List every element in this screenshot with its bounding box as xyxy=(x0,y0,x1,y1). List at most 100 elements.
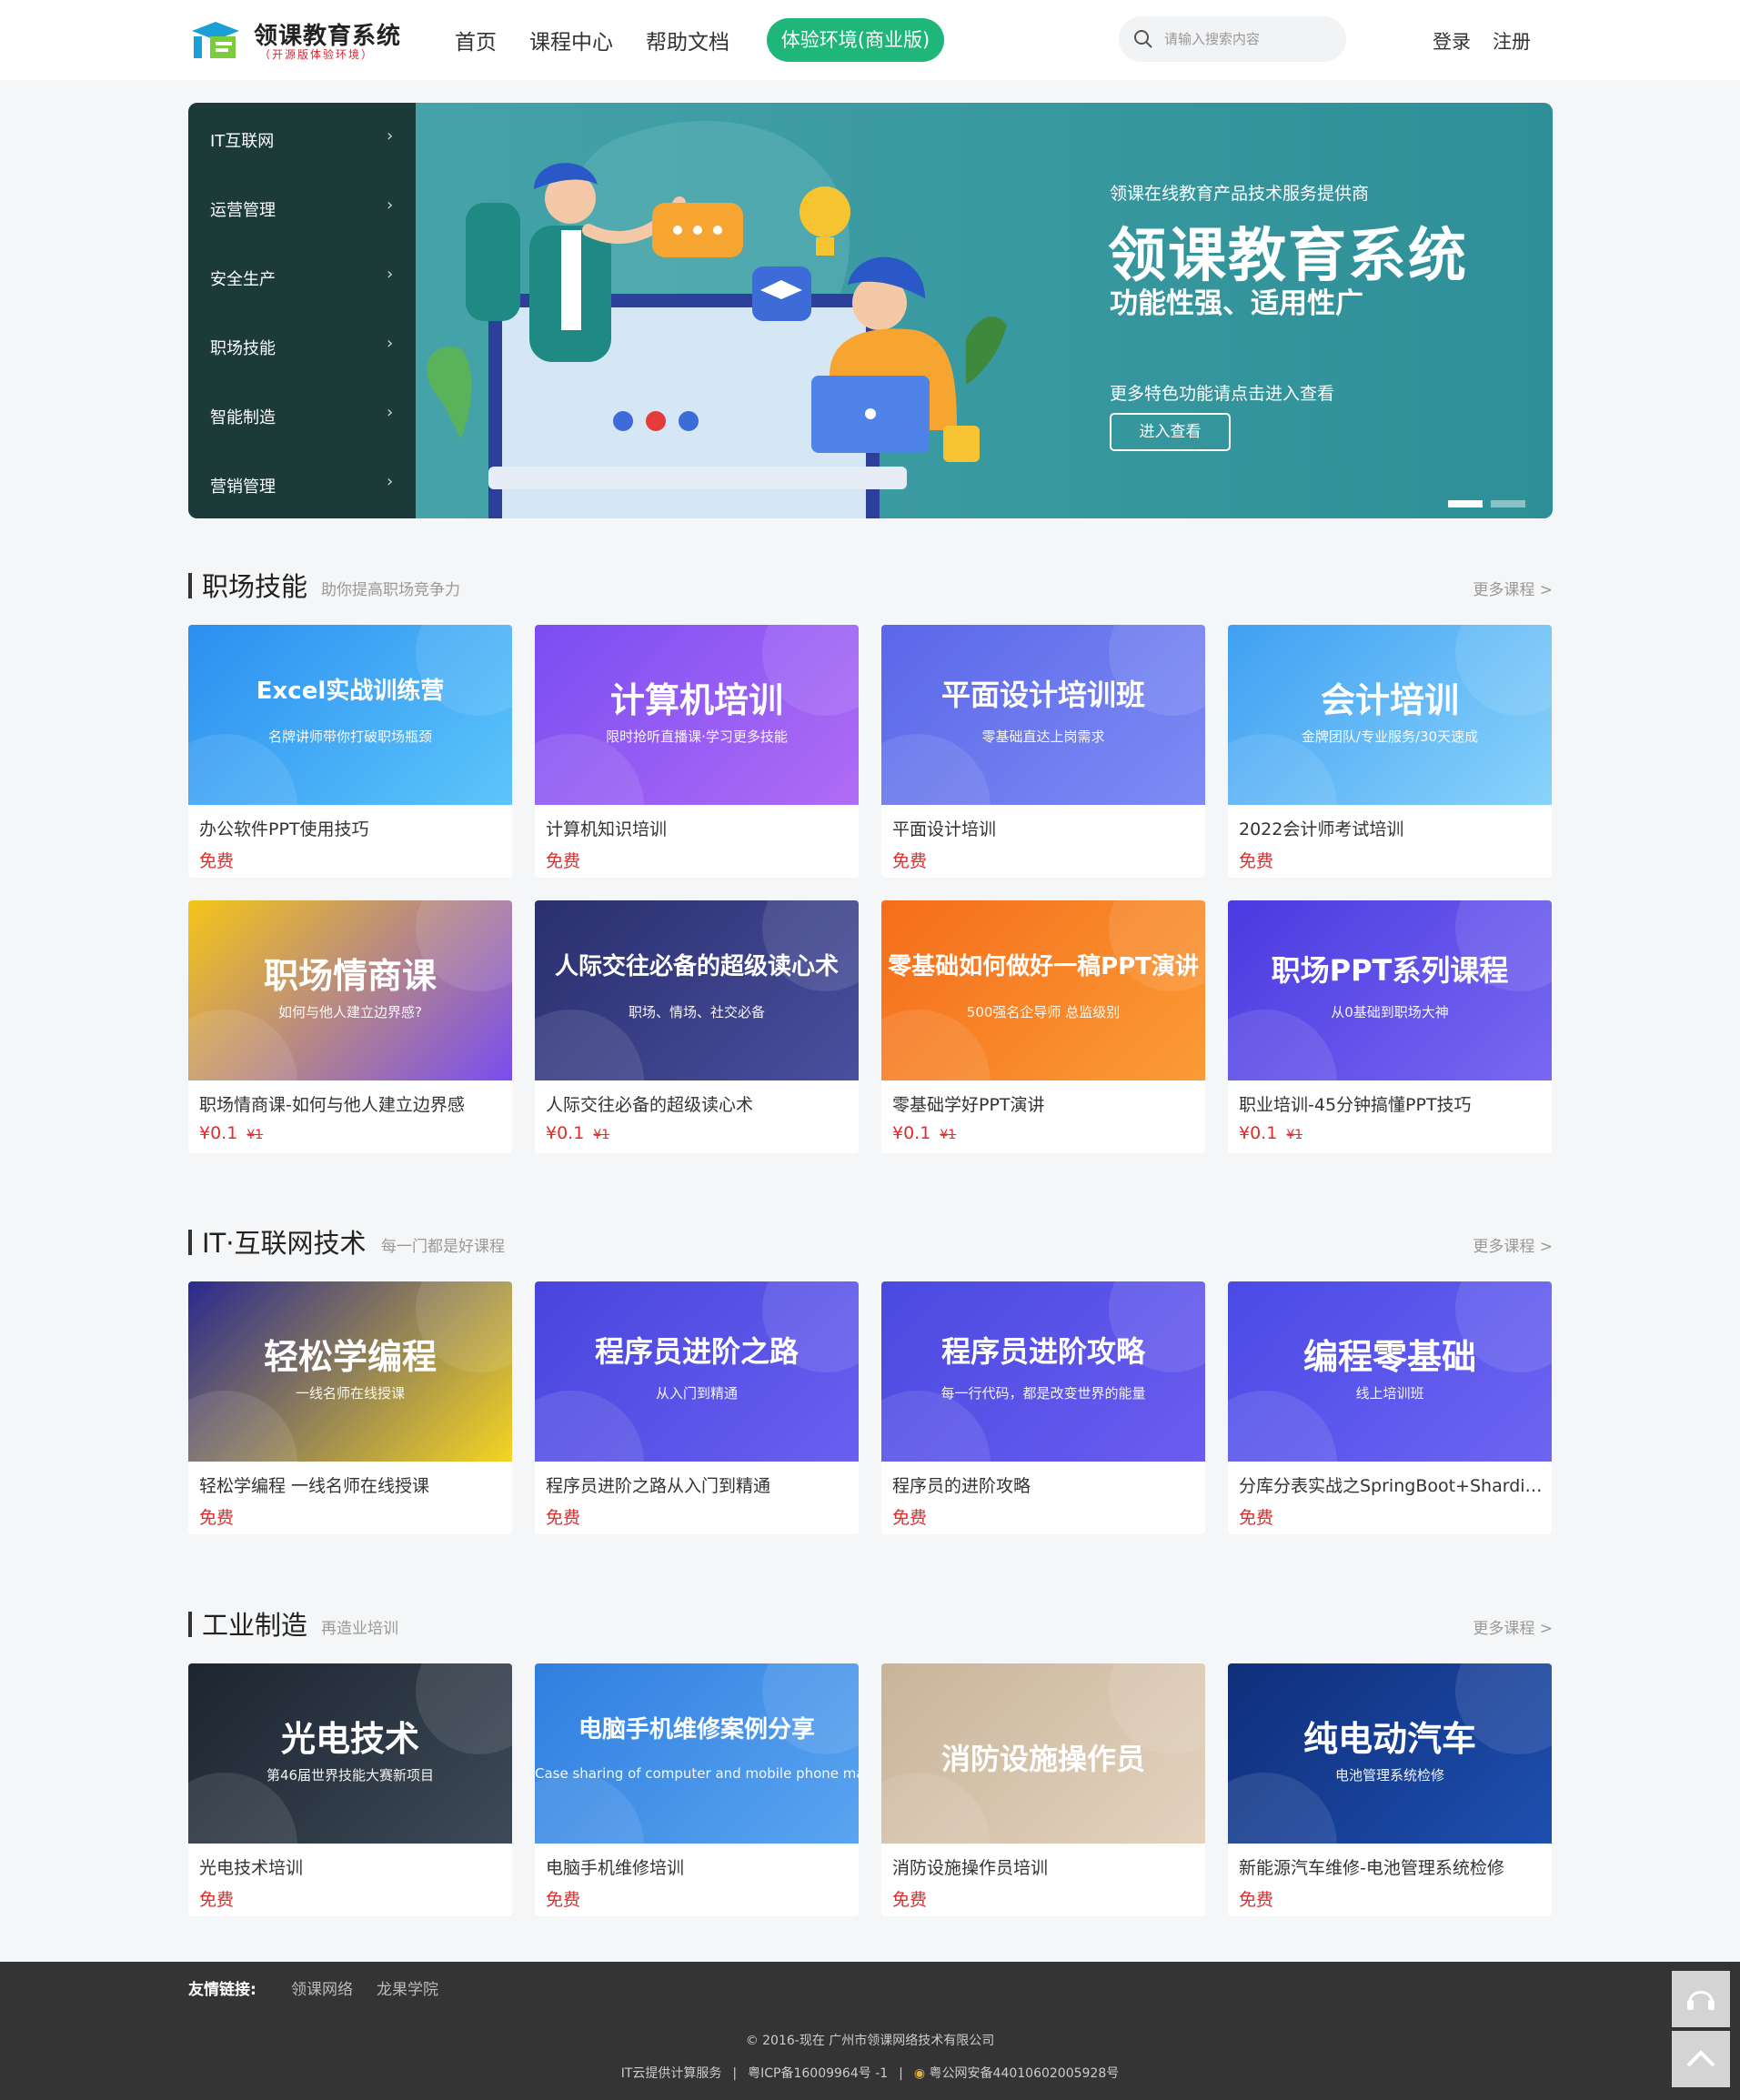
logo[interactable]: 领课教育系统 （开源版体验环境） xyxy=(188,16,402,64)
course-price: ¥0.1 ¥1 xyxy=(199,1123,263,1143)
course-price: 免费 xyxy=(1239,1886,1273,1911)
course-card[interactable]: 纯电动汽车 电池管理系统检修新能源汽车维修-电池管理系统检修 免费 xyxy=(1228,1663,1552,1916)
footer-info-line: IT云提供计算服务 | 粤ICP备16009964号 -1 | ◉ 粤公网安备44010… xyxy=(0,2064,1740,2082)
banner-enter-button[interactable]: 进入查看 xyxy=(1110,413,1231,451)
course-title[interactable]: 人际交往必备的超级读心术 xyxy=(546,1091,851,1116)
course-card[interactable]: 消防设施操作员 消防设施操作员培训 免费 xyxy=(881,1663,1205,1916)
category-item-it[interactable]: IT互联网 › xyxy=(188,103,416,172)
category-menu: IT互联网 › 运营管理 › 安全生产 › 职场技能 › 智能制造 › 营销管理… xyxy=(188,103,416,518)
price-original: ¥1 xyxy=(593,1128,610,1142)
course-thumbnail[interactable]: 纯电动汽车 电池管理系统检修 xyxy=(1228,1663,1552,1844)
course-title[interactable]: 新能源汽车维修-电池管理系统检修 xyxy=(1239,1854,1544,1879)
course-thumbnail[interactable]: 零基础如何做好一稿PPT演讲 500强名企导师 总监级别 xyxy=(881,900,1205,1080)
back-to-top-button[interactable] xyxy=(1672,2031,1730,2087)
course-price: 免费 xyxy=(199,1504,234,1529)
course-price: 免费 xyxy=(199,848,234,872)
thumbnail-subtitle: 名牌讲师带你打破职场瓶颈 xyxy=(267,728,432,745)
course-title[interactable]: 光电技术培训 xyxy=(199,1854,505,1879)
thumbnail-subtitle: 从入门到精通 xyxy=(655,1385,738,1402)
course-card[interactable]: 职场PPT系列课程 从0基础到职场大神 职业培训-45分钟搞懂PPT技巧 ¥0.1 ¥1 xyxy=(1228,900,1552,1153)
more-courses-link[interactable]: 更多课程 > xyxy=(1473,1615,1553,1638)
login-link[interactable]: 登录 xyxy=(1433,27,1471,55)
course-card[interactable]: 平面设计培训班 零基础直达上岗需求 平面设计培训 免费 xyxy=(881,625,1205,878)
course-title[interactable]: 零基础学好PPT演讲 xyxy=(892,1091,1198,1116)
course-title[interactable]: 平面设计培训 xyxy=(892,816,1198,840)
customer-service-button[interactable] xyxy=(1672,1971,1730,2027)
chevron-right-icon: › xyxy=(387,196,394,215)
thumbnail-title: 人际交往必备的超级读心术 xyxy=(554,953,839,980)
course-card[interactable]: 会计培训 金牌团队/专业服务/30天速成 2022会计师考试培训 免费 xyxy=(1228,625,1552,878)
nav-help-docs[interactable]: 帮助文档 xyxy=(646,25,729,55)
category-label: 营销管理 xyxy=(210,477,276,497)
price-current: 免费 xyxy=(892,1508,928,1528)
thumbnail-subtitle: 零基础直达上岗需求 xyxy=(981,728,1105,745)
course-title[interactable]: 消防设施操作员培训 xyxy=(892,1854,1198,1879)
nav-home[interactable]: 首页 xyxy=(455,25,497,55)
course-title[interactable]: 程序员进阶之路从入门到精通 xyxy=(546,1472,851,1497)
course-title[interactable]: 2022会计师考试培训 xyxy=(1239,816,1544,840)
category-item-career[interactable]: 职场技能 › xyxy=(188,310,416,379)
course-thumbnail[interactable]: 消防设施操作员 xyxy=(881,1663,1205,1844)
course-thumbnail[interactable]: 程序员进阶之路 从入门到精通 xyxy=(535,1281,859,1462)
friend-link-longguo[interactable]: 龙果学院 xyxy=(377,1976,438,1999)
section-subtitle: 助你提高职场竞争力 xyxy=(321,581,460,599)
course-title[interactable]: 电脑手机维修培训 xyxy=(546,1854,851,1879)
thumbnail-subtitle: Case sharing of computer and mobile phon… xyxy=(535,1765,859,1782)
course-thumbnail[interactable]: 光电技术 第46届世界技能大赛新项目 xyxy=(188,1663,512,1844)
course-thumbnail[interactable]: 计算机培训 限时抢听直播课·学习更多技能 xyxy=(535,625,859,805)
course-card[interactable]: 轻松学编程 一线名师在线授课轻松学编程 一线名师在线授课 免费 xyxy=(188,1281,512,1534)
course-title[interactable]: 职场情商课-如何与他人建立边界感 xyxy=(199,1091,505,1116)
price-current: ¥0.1 xyxy=(892,1123,931,1143)
carousel-dot-1[interactable] xyxy=(1448,500,1483,507)
course-thumbnail[interactable]: 编程零基础 线上培训班 xyxy=(1228,1281,1552,1462)
course-card[interactable]: 编程零基础 线上培训班 分库分表实战之SpringBoot+Shardin... 免费 xyxy=(1228,1281,1552,1534)
category-item-manufacturing[interactable]: 智能制造 › xyxy=(188,379,416,448)
search-icon[interactable] xyxy=(1133,29,1153,49)
category-label: 运营管理 xyxy=(210,201,276,220)
category-item-marketing[interactable]: 营销管理 › xyxy=(188,448,416,517)
course-card[interactable]: 程序员进阶之路 从入门到精通 程序员进阶之路从入门到精通 免费 xyxy=(535,1281,859,1534)
category-item-safety[interactable]: 安全生产 › xyxy=(188,241,416,310)
course-thumbnail[interactable]: 平面设计培训班 零基础直达上岗需求 xyxy=(881,625,1205,805)
price-current: ¥0.1 xyxy=(546,1123,585,1143)
course-thumbnail[interactable]: 程序员进阶攻略 每一行代码，都是改变世界的能量 xyxy=(881,1281,1205,1462)
course-price: ¥0.1 ¥1 xyxy=(892,1123,956,1143)
course-thumbnail[interactable]: 会计培训 金牌团队/专业服务/30天速成 xyxy=(1228,625,1552,805)
course-title[interactable]: 办公软件PPT使用技巧 xyxy=(199,816,505,840)
icp-link[interactable]: 粤ICP备16009964号 -1 xyxy=(748,2066,888,2081)
course-title[interactable]: 分库分表实战之SpringBoot+Shardin... xyxy=(1239,1472,1544,1497)
carousel-dot-2[interactable] xyxy=(1491,500,1525,507)
course-card[interactable]: 光电技术 第46届世界技能大赛新项目光电技术培训免费 xyxy=(188,1663,512,1916)
nav-trial-button[interactable]: 体验环境(商业版) xyxy=(767,18,944,62)
course-thumbnail[interactable]: 人际交往必备的超级读心术 职场、情场、社交必备 xyxy=(535,900,859,1080)
course-thumbnail[interactable]: 电脑手机维修案例分享 Case sharing of computer and m… xyxy=(535,1663,859,1844)
course-card[interactable]: 职场情商课 如何与他人建立边界感? 职场情商课-如何与他人建立边界感 ¥0.1 ¥1 xyxy=(188,900,512,1153)
course-card[interactable]: 程序员进阶攻略 每一行代码，都是改变世界的能量程序员的进阶攻略免费 xyxy=(881,1281,1205,1534)
course-title[interactable]: 职业培训-45分钟搞懂PPT技巧 xyxy=(1239,1091,1544,1116)
course-card[interactable]: 人际交往必备的超级读心术 职场、情场、社交必备 人际交往必备的超级读心术 ¥0.1 ¥1 xyxy=(535,900,859,1153)
course-card[interactable]: 计算机培训 限时抢听直播课·学习更多技能 计算机知识培训 免费 xyxy=(535,625,859,878)
course-card[interactable]: 零基础如何做好一稿PPT演讲 500强名企导师 总监级别零基础学好PPT演讲 ¥0.… xyxy=(881,900,1205,1153)
register-link[interactable]: 注册 xyxy=(1493,27,1531,55)
banner-tagline: 领课在线教育产品技术服务提供商 xyxy=(1110,184,1370,204)
police-record-link[interactable]: 粤公网安备44010602005928号 xyxy=(930,2066,1120,2081)
more-courses-link[interactable]: 更多课程 > xyxy=(1473,1233,1553,1256)
friend-link-lingke[interactable]: 领课网络 xyxy=(291,1976,353,1999)
course-title[interactable]: 轻松学编程 一线名师在线授课 xyxy=(199,1472,505,1497)
price-current: 免费 xyxy=(199,851,235,871)
nav-course-center[interactable]: 课程中心 xyxy=(529,25,613,55)
course-card[interactable]: 电脑手机维修案例分享 Case sharing of computer and m… xyxy=(535,1663,859,1916)
course-title[interactable]: 程序员的进阶攻略 xyxy=(892,1472,1198,1497)
course-thumbnail[interactable]: Excel实战训练营 名牌讲师带你打破职场瓶颈 xyxy=(188,625,512,805)
search-input[interactable] xyxy=(1164,25,1328,53)
course-thumbnail[interactable]: 职场PPT系列课程 从0基础到职场大神 xyxy=(1228,900,1552,1080)
category-item-operations[interactable]: 运营管理 › xyxy=(188,172,416,241)
price-current: 免费 xyxy=(199,1890,235,1910)
course-thumbnail[interactable]: 轻松学编程 一线名师在线授课 xyxy=(188,1281,512,1462)
thumbnail-subtitle: 500强名企导师 总监级别 xyxy=(966,1004,1121,1020)
course-card[interactable]: Excel实战训练营 名牌讲师带你打破职场瓶颈办公软件PPT使用技巧免费 xyxy=(188,625,512,878)
course-thumbnail[interactable]: 职场情商课 如何与他人建立边界感? xyxy=(188,900,512,1080)
more-courses-link[interactable]: 更多课程 > xyxy=(1473,577,1553,599)
section-title: 职场技能 xyxy=(202,571,308,602)
course-title[interactable]: 计算机知识培训 xyxy=(546,816,851,840)
